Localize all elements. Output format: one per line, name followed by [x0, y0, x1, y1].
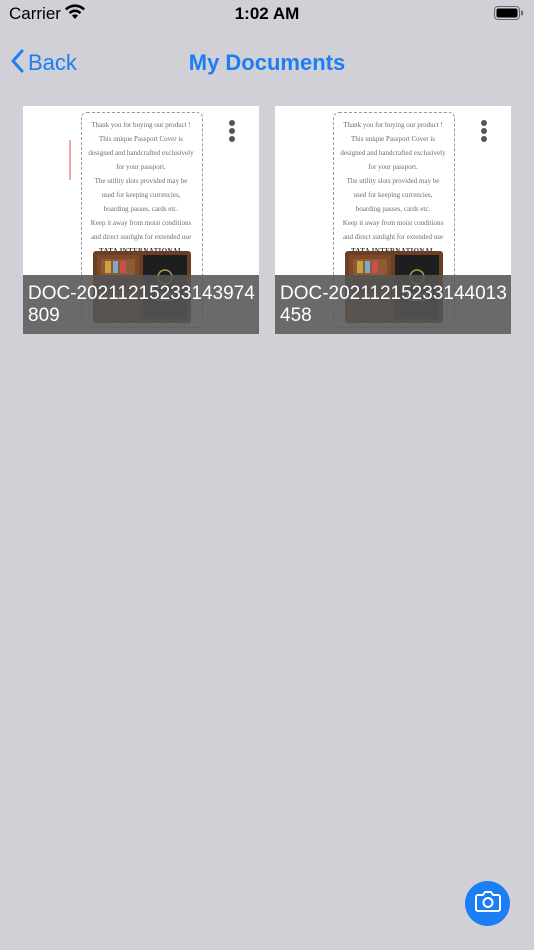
thumbnail-line: designed and handcrafted exclusively	[88, 149, 194, 157]
thumbnail-line: Thank you for buying our product !	[343, 121, 443, 129]
status-time: 1:02 AM	[234, 4, 300, 23]
more-vertical-icon[interactable]	[227, 120, 237, 146]
thumbnail-line: for your passport.	[116, 163, 166, 171]
thumbnail-line: for your passport.	[368, 163, 418, 171]
thumbnail-line: and direct sunlight for extended use	[90, 233, 192, 241]
battery-icon	[494, 6, 523, 20]
document-caption: DOC-20211215233143974809	[23, 275, 259, 334]
document-card[interactable]: Thank you for buying our product ! This …	[275, 106, 511, 334]
thumbnail-text: Thank you for buying our product ! This …	[331, 118, 455, 258]
thumbnail-text: Thank you for buying our product ! This …	[79, 118, 203, 258]
thumbnail-line: Keep it away from moist conditions	[90, 219, 192, 227]
thumbnail-line: The utility slots provided may be	[346, 177, 440, 185]
thumbnail-line: This unique Passport Cover is	[99, 135, 183, 143]
thumbnail-edge-mark	[69, 140, 71, 180]
document-name: DOC-20211215233144013458	[280, 283, 507, 326]
thumbnail-line: designed and handcrafted exclusively	[340, 149, 446, 157]
thumbnail-line: Thank you for buying our product !	[91, 121, 191, 129]
document-name: DOC-20211215233143974809	[28, 283, 255, 326]
camera-button[interactable]	[465, 881, 510, 926]
more-vertical-icon[interactable]	[479, 120, 489, 146]
thumbnail-line: The utility slots provided may be	[94, 177, 188, 185]
document-card[interactable]: Thank you for buying our product ! This …	[23, 106, 259, 334]
thumbnail-line: and direct sunlight for extended use	[342, 233, 444, 241]
thumbnail-line: used for keeping currencies,	[353, 191, 433, 199]
status-bar: Carrier 1:02 AM	[0, 0, 534, 28]
thumbnail-line: used for keeping currencies,	[101, 191, 181, 199]
camera-icon	[474, 890, 501, 917]
thumbnail-line: Keep it away from moist conditions	[342, 219, 444, 227]
page-title: My Documents	[188, 50, 346, 75]
navigation-bar: Back My Documents	[0, 30, 534, 94]
thumbnail-line: boarding passes, cards etc.	[103, 205, 179, 213]
thumbnail-line: This unique Passport Cover is	[351, 135, 435, 143]
document-caption: DOC-20211215233144013458	[275, 275, 511, 334]
thumbnail-line: boarding passes, cards etc.	[355, 205, 431, 213]
